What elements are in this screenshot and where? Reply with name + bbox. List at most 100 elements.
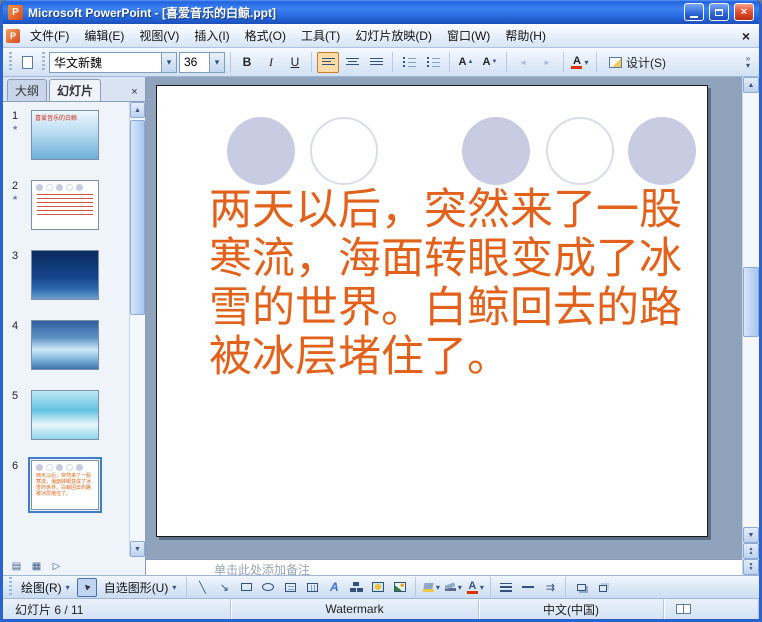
pane-scroll-down-icon[interactable]: ▼	[130, 541, 145, 557]
pane-scroll-up-icon[interactable]: ▲	[130, 102, 145, 118]
bold-button[interactable]: B	[236, 52, 258, 73]
size-dropdown-icon[interactable]: ▾	[209, 52, 224, 72]
menu-slideshow[interactable]: 幻灯片放映(D)	[348, 24, 439, 47]
scroll-down-icon[interactable]: ▼	[743, 527, 759, 543]
insert-picture-button[interactable]	[390, 578, 410, 597]
arrow-tool-button[interactable]: ↘	[214, 578, 234, 597]
select-objects-button[interactable]: ►	[76, 577, 97, 597]
slide-sorter-view-button[interactable]: ▦	[28, 559, 45, 574]
rectangle-tool-button[interactable]	[236, 578, 256, 597]
minimize-button[interactable]	[684, 3, 704, 21]
fill-color-dropdown-icon[interactable]: ▾	[436, 583, 440, 592]
powerpoint-app-icon: P	[8, 4, 23, 20]
diagram-button[interactable]	[346, 578, 366, 597]
tab-outline[interactable]: 大纲	[7, 79, 48, 101]
notes-pane[interactable]: 单击此处添加备注	[146, 559, 742, 575]
restore-button[interactable]	[709, 3, 729, 21]
menu-format[interactable]: 格式(O)	[238, 24, 293, 47]
scroll-up-icon[interactable]: ▲	[743, 77, 759, 93]
pane-scrollbar[interactable]: ▲ ▼	[129, 102, 145, 557]
underline-button[interactable]: U	[284, 52, 306, 73]
pane-scroll-track[interactable]	[130, 118, 145, 541]
separator	[311, 52, 312, 72]
thumbnail-image[interactable]	[31, 250, 99, 300]
line-style-button[interactable]	[496, 578, 516, 597]
toolbar-options-button[interactable]: » ▾	[741, 55, 755, 70]
draw-menu-button[interactable]: 绘图(R) ▾	[16, 578, 75, 597]
italic-button[interactable]: I	[260, 52, 282, 73]
next-slide-button[interactable]: ▼ ▼	[743, 559, 759, 575]
thumbnail-image[interactable]	[31, 180, 99, 230]
align-center-button[interactable]	[341, 52, 363, 73]
close-pane-icon[interactable]: ×	[127, 84, 142, 99]
slide-thumbnail-3[interactable]: 3	[7, 250, 127, 300]
arrow-style-button[interactable]: ⇉	[540, 578, 560, 597]
thumbnail-image[interactable]	[31, 320, 99, 370]
scroll-track[interactable]	[743, 93, 759, 527]
draw-font-color-dropdown-icon[interactable]: ▾	[480, 583, 484, 592]
normal-view-button[interactable]: ▤	[8, 559, 25, 574]
slide-text-box[interactable]: 两天以后，突然来了一股 寒流，海面转眼变成了冰 雪的世界。白鲸回去的路 被冰层堵…	[209, 186, 682, 382]
fill-color-button[interactable]: ▾	[421, 578, 441, 597]
design-template-name[interactable]: Watermark	[231, 599, 479, 619]
language-indicator[interactable]: 中文(中国)	[479, 599, 664, 619]
line-color-dropdown-icon[interactable]: ▾	[458, 583, 462, 592]
dash-style-button[interactable]	[518, 578, 538, 597]
font-color-button[interactable]: A ▾	[569, 52, 591, 73]
increase-font-button[interactable]: A ▲	[455, 52, 477, 73]
menu-help[interactable]: 帮助(H)	[498, 24, 553, 47]
slide-thumbnail-2[interactable]: 2 ★	[7, 180, 127, 230]
menu-edit[interactable]: 编辑(E)	[77, 24, 131, 47]
thumbnail-image[interactable]: 喜爱音乐的白鲸	[31, 110, 99, 160]
decrease-indent-button[interactable]: ◄	[512, 52, 534, 73]
align-left-button[interactable]	[317, 51, 339, 73]
oval-tool-button[interactable]	[258, 578, 278, 597]
close-button[interactable]: ×	[734, 3, 754, 21]
design-button[interactable]: 设计(S)	[602, 52, 673, 73]
toolbar-grip[interactable]	[42, 52, 45, 72]
autoshapes-button[interactable]: 自选图形(U) ▾	[99, 578, 182, 597]
bullet-list-button[interactable]	[422, 52, 444, 73]
slide-thumbnail-5[interactable]: 5	[7, 390, 127, 440]
shadow-style-button[interactable]	[571, 578, 591, 597]
spellcheck-status[interactable]	[664, 599, 759, 619]
font-color-dropdown-icon[interactable]: ▾	[584, 58, 588, 67]
slide-thumbnail-4[interactable]: 4	[7, 320, 127, 370]
align-justify-button[interactable]	[365, 52, 387, 73]
main-scrollbar[interactable]: ▲ ▼ ▲ ▲ ▼ ▼	[742, 77, 759, 575]
numbered-list-button[interactable]	[398, 52, 420, 73]
font-name-combo[interactable]: 华文新魏 ▾	[49, 51, 177, 73]
clipart-button[interactable]	[368, 578, 388, 597]
menu-view[interactable]: 视图(V)	[132, 24, 186, 47]
font-size-combo[interactable]: 36 ▾	[179, 51, 225, 73]
draw-font-color-button[interactable]: A ▾	[465, 578, 485, 597]
scroll-thumb[interactable]	[743, 266, 759, 337]
menu-insert[interactable]: 插入(I)	[187, 24, 236, 47]
menu-window[interactable]: 窗口(W)	[440, 24, 497, 47]
vertical-text-box-button[interactable]	[302, 578, 322, 597]
slide-canvas[interactable]: 两天以后，突然来了一股 寒流，海面转眼变成了冰 雪的世界。白鲸回去的路 被冰层堵…	[156, 85, 708, 537]
menu-file[interactable]: 文件(F)	[23, 24, 76, 47]
slide-thumbnail-1[interactable]: 1 ★ 喜爱音乐的白鲸	[7, 110, 127, 160]
toolbar-grip[interactable]	[9, 577, 12, 597]
text-box-button[interactable]	[280, 578, 300, 597]
tab-slides[interactable]: 幻灯片	[49, 79, 102, 101]
menu-tools[interactable]: 工具(T)	[294, 24, 347, 47]
slide-thumbnail-6[interactable]: 6 两天以后，突然来了一股寒流，海面转眼变成了冰雪的世界。白鲸回去的路被冰层堵住…	[7, 457, 127, 513]
toolbar-grip[interactable]	[9, 52, 12, 72]
thumbnail-image[interactable]: 两天以后，突然来了一股寒流，海面转眼变成了冰雪的世界。白鲸回去的路被冰层堵住了。	[28, 457, 102, 513]
pane-scroll-thumb[interactable]	[130, 120, 145, 315]
font-dropdown-icon[interactable]: ▾	[161, 52, 176, 72]
pane-body: 1 ★ 喜爱音乐的白鲸 2 ★ 3 4 5 6 两天以后，突然来了一股寒流，海面…	[3, 102, 145, 557]
close-presentation-icon[interactable]: ×	[736, 28, 756, 44]
thumbnail-image[interactable]	[31, 390, 99, 440]
decrease-font-button[interactable]: A ▼	[479, 52, 501, 73]
new-slide-button[interactable]	[16, 52, 38, 73]
wordart-button[interactable]: A	[324, 578, 344, 597]
line-color-button[interactable]: ▾	[443, 578, 463, 597]
increase-indent-button[interactable]: ►	[536, 52, 558, 73]
three-d-style-button[interactable]	[593, 578, 613, 597]
slideshow-view-button[interactable]: ▷	[48, 559, 65, 574]
line-tool-button[interactable]: ╲	[192, 578, 212, 597]
previous-slide-button[interactable]: ▲ ▲	[743, 543, 759, 559]
